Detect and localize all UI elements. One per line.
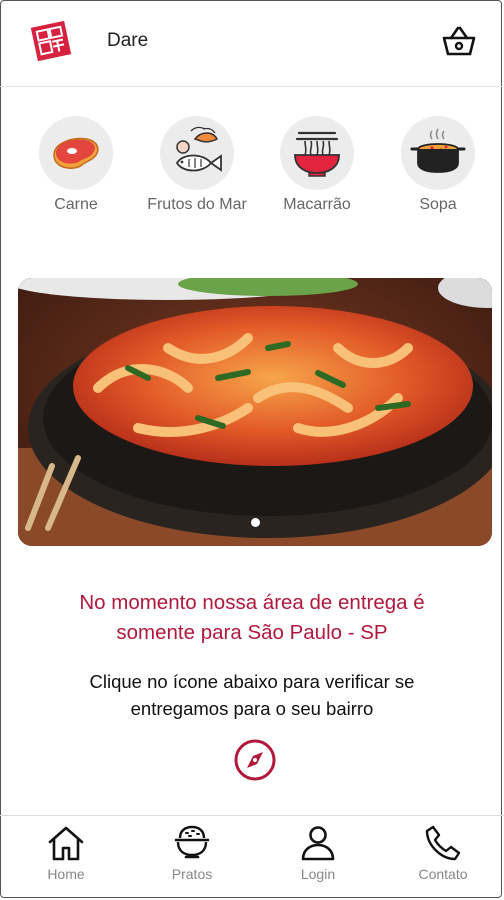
nav-label: Contato	[418, 866, 468, 882]
basket-icon[interactable]	[440, 24, 478, 60]
nav-label: Pratos	[171, 866, 213, 882]
steak-icon	[53, 137, 99, 169]
soup-pot-icon	[410, 128, 466, 173]
category-carne[interactable]: Carne	[16, 110, 136, 214]
notice-line-1: No momento nossa área de entrega é	[79, 591, 425, 614]
category-sopa[interactable]: Sopa	[378, 110, 498, 214]
hint-line-1: Clique no ícone abaixo para verificar se	[89, 671, 415, 692]
category-label: Macarrão	[283, 196, 351, 213]
noodles-bowl-icon	[294, 131, 340, 177]
top-header: Dare	[0, 0, 504, 86]
app-name: Dare	[107, 30, 149, 51]
nav-home[interactable]: Home	[16, 824, 116, 882]
home-icon	[48, 826, 84, 861]
category-list: Carne Frutos do Mar Macarrão Sopa	[0, 110, 504, 220]
banner-food-image	[18, 278, 492, 546]
carousel-indicator	[18, 514, 492, 532]
user-icon	[301, 826, 335, 861]
category-circle	[401, 116, 475, 190]
category-frutos-do-mar[interactable]: Frutos do Mar	[137, 110, 257, 214]
category-label: Carne	[54, 196, 98, 213]
category-circle	[39, 116, 113, 190]
check-neighborhood-hint: Clique no ícone abaixo para verificar se…	[0, 668, 504, 722]
delivery-area-notice: No momento nossa área de entrega é somen…	[0, 588, 504, 648]
category-circle	[280, 116, 354, 190]
compass-icon[interactable]	[233, 738, 277, 782]
notice-line-2: somente para São Paulo - SP	[116, 621, 388, 644]
nav-pratos[interactable]: Pratos	[142, 824, 242, 882]
category-label: Sopa	[419, 196, 457, 213]
header-divider	[0, 86, 504, 87]
dish-icon	[174, 825, 210, 859]
bottom-navigation: Home Pratos Login Contato	[0, 816, 504, 898]
nav-label: Login	[300, 866, 336, 882]
promo-banner-carousel[interactable]	[18, 278, 492, 546]
nav-login[interactable]: Login	[268, 824, 368, 882]
restaurant-logo[interactable]	[30, 20, 72, 62]
category-circle	[160, 116, 234, 190]
phone-icon	[425, 825, 461, 861]
hint-line-2: entregamos para o seu bairro	[130, 698, 374, 719]
nav-contato[interactable]: Contato	[393, 824, 493, 882]
nav-label: Home	[47, 866, 85, 882]
seafood-icon	[175, 126, 222, 172]
category-label: Frutos do Mar	[147, 196, 247, 213]
carousel-dot-active[interactable]	[250, 518, 260, 527]
category-macarrao[interactable]: Macarrão	[257, 110, 377, 214]
